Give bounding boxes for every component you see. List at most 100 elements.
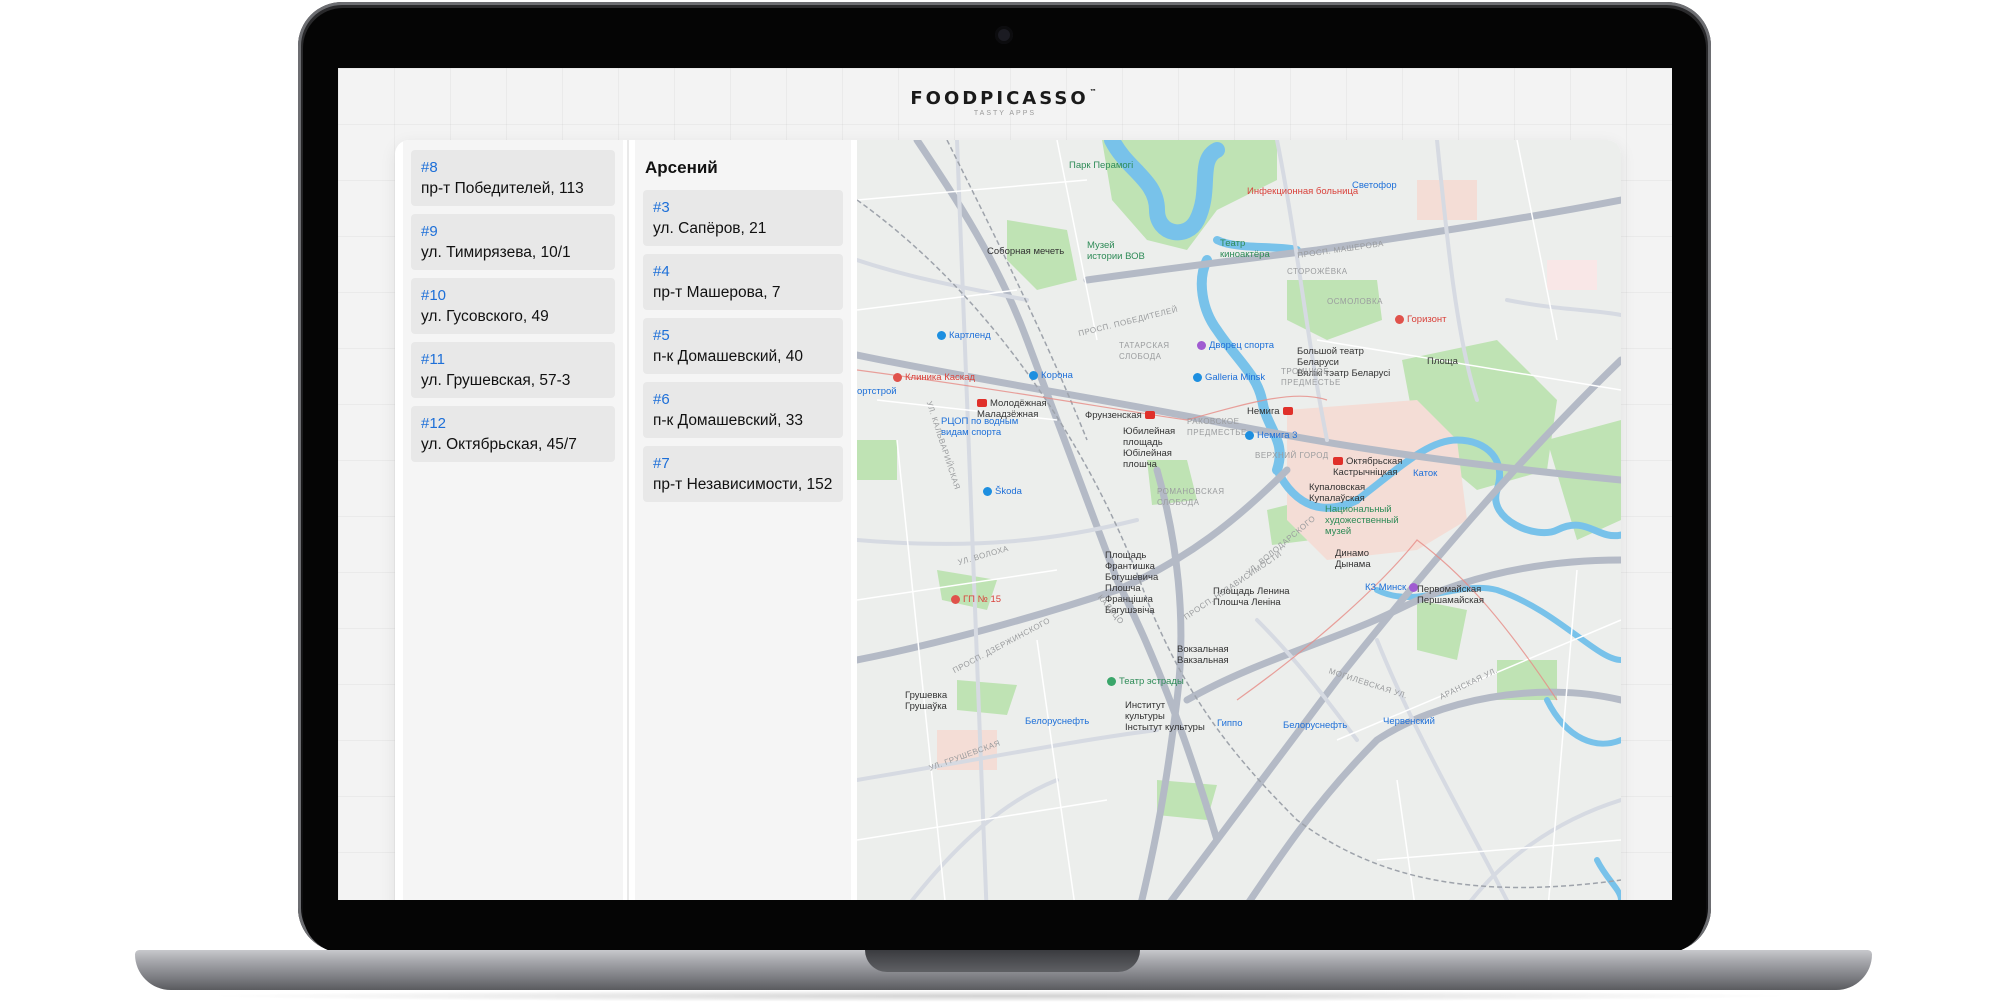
order-number: #4 [653,263,670,280]
map-label-belneft2: Белоруснефть [1283,720,1348,731]
metro-icon [977,399,987,408]
map-label-tatar: ТАТАРСКАЯ СЛОБОДА [1119,341,1170,361]
order-number: #9 [421,223,438,240]
metro-icon [1333,457,1343,466]
order-card[interactable]: #11 ул. Грушевская, 57-3 [411,342,615,398]
map-label-belneft: Белоруснефть [1025,716,1090,727]
map-label-roman: РОМАНОВСКАЯ СЛОБОДА [1157,487,1225,507]
map-label-ploshcha: Площа [1427,356,1458,367]
map-label-rcop: РЦОП по водным видам спорта [941,416,1019,438]
laptop-notch [865,950,1140,972]
order-address: ул. Октябрьская, 45/7 [421,436,577,453]
order-address: п-к Домашевский, 33 [653,412,804,429]
map-label-frunz: Фрунзенская [1085,410,1158,421]
map-label-grush: Грушевка Грушаўка [905,690,948,712]
map-label-nemiga: Немига [1247,406,1296,417]
screen: FOODPICASSO™ TASTY APPS #8 пр-т Победител… [338,68,1672,900]
order-card[interactable]: #10 ул. Гусовского, 49 [411,278,615,334]
map-label-dvorets: Дворец спорта [1197,340,1274,351]
map-label-gorizont: Горизонт [1395,314,1447,325]
map-label-gp15: ГП № 15 [951,594,1001,605]
map-label-troits: ТРОИЦКОЕ ПРЕДМЕСТЬЕ [1281,367,1341,387]
map-label-theatre: Театр киноактёра [1220,238,1270,260]
map-label-skoda: Škoda [983,486,1022,497]
pin-icon [1395,314,1404,324]
order-card[interactable]: #4 пр-т Машерова, 7 [643,254,843,310]
map-label-park: Парк Перамогі [1069,160,1134,171]
webcam [995,26,1013,44]
order-card[interactable]: #12 ул. Октябрьская, 45/7 [411,406,615,462]
map-label-katok: Каток [1413,468,1438,479]
brand-tagline: TASTY APPS [973,110,1037,117]
order-address: пр-т Победителей, 113 [421,180,584,197]
order-number: #3 [653,199,670,216]
map-label-svetofor: Светофор [1352,180,1397,191]
order-address: пр-т Независимости, 152 [653,476,833,493]
map-label-infect: Инфекционная больница [1247,186,1359,197]
courier-app-panel: #8 пр-т Победителей, 113 #9 ул. Тимирязева… [395,140,1621,900]
order-card[interactable]: #3 ул. Сапёров, 21 [643,190,843,246]
map-label-vokzal: Вокзальная Вакзальная [1177,644,1229,666]
pin-icon [1107,676,1116,686]
laptop-shadow [200,990,1800,1002]
courier-column-1: #8 пр-т Победителей, 113 #9 ул. Тимирязева… [403,140,623,900]
map-label-pervom: Первомайская Першамайская [1417,584,1484,606]
map-label-nhm: Национальный художественный музей [1325,504,1399,537]
map-label-mosque: Соборная мечеть [987,246,1065,257]
pin-icon [1193,372,1202,382]
map-label-nemiga3: Немига 3 [1245,430,1297,441]
city-map[interactable]: Парк Перамогі Инфекционная больница Свет… [857,140,1621,900]
metro-icon [1282,407,1293,416]
order-number: #6 [653,391,670,408]
map-label-kaskad: Клиника Каскад [893,372,975,383]
order-card[interactable]: #9 ул. Тимирязева, 10/1 [411,214,615,270]
map-label-osmolovka: ОСМОЛОВКА [1327,297,1384,306]
map-label-oktyabr: Октябрьская Кастрычніцкая [1333,456,1403,478]
brand-logo: FOODPICASSO™ TASTY APPS [338,88,1672,117]
metro-icon [1144,411,1155,420]
order-card[interactable]: #6 п-к Домашевский, 33 [643,382,843,438]
courier-name: Арсений [645,158,718,177]
order-address: ул. Сапёров, 21 [653,220,767,237]
order-card[interactable]: #8 пр-т Победителей, 113 [411,150,615,206]
map-label-kz: КЗ Минск [1365,582,1421,593]
map-label-rakov: РАКОВСКОЕ ПРЕДМЕСТЬЕ [1187,417,1247,437]
brand-tm: ™ [1089,88,1100,96]
map-label-verkh: ВЕРХНИЙ ГОРОД [1255,451,1329,460]
order-address: пр-т Машерова, 7 [653,284,781,301]
courier-column-2: Арсений #3 ул. Сапёров, 21 #4 пр-т Машеров… [635,140,851,900]
map-label-storozh: СТОРОЖЁВКА [1287,267,1348,276]
map-label-kartlend: Картленд [937,330,991,341]
order-number: #10 [421,287,447,304]
map-label-dinamo: Динамо Дынама [1335,548,1371,570]
brand-name: FOODPICASSO [910,88,1089,109]
order-number: #12 [421,415,447,432]
pin-icon [937,330,946,340]
order-number: #8 [421,159,438,176]
pin-icon [983,486,992,496]
map-label-sportstreet: ортстрой [857,386,897,397]
pin-icon [951,594,960,604]
map-label-yubil: Юбилейная площадь Юбілейная плошча [1123,426,1176,470]
order-card[interactable]: #7 пр-т Независимости, 152 [643,446,843,502]
order-number: #11 [421,351,445,368]
order-address: ул. Гусовского, 49 [421,308,549,325]
order-number: #7 [653,455,670,472]
pin-icon [893,372,902,382]
map-label-kupal: Купаловская Купалаўская [1309,482,1366,504]
map-label-cherv: Червенский [1383,716,1435,727]
order-address: п-к Домашевский, 40 [653,348,804,365]
map-label-museum: Музей истории ВОВ [1087,240,1145,262]
column-divider [627,140,629,900]
order-address: ул. Грушевская, 57-3 [421,372,571,389]
pin-icon [1029,370,1038,380]
map-label-gippo: Гиппо [1217,718,1243,729]
pin-icon [1197,340,1206,350]
map-label-korona: Корона [1029,370,1073,381]
pin-icon [1245,430,1254,440]
order-address: ул. Тимирязева, 10/1 [421,244,571,261]
order-card[interactable]: #5 п-к Домашевский, 40 [643,318,843,374]
map-label-galleria: Galleria Minsk [1193,372,1265,383]
map-label-inst: Институт культуры Інстытут культуры [1125,700,1205,733]
order-number: #5 [653,327,670,344]
